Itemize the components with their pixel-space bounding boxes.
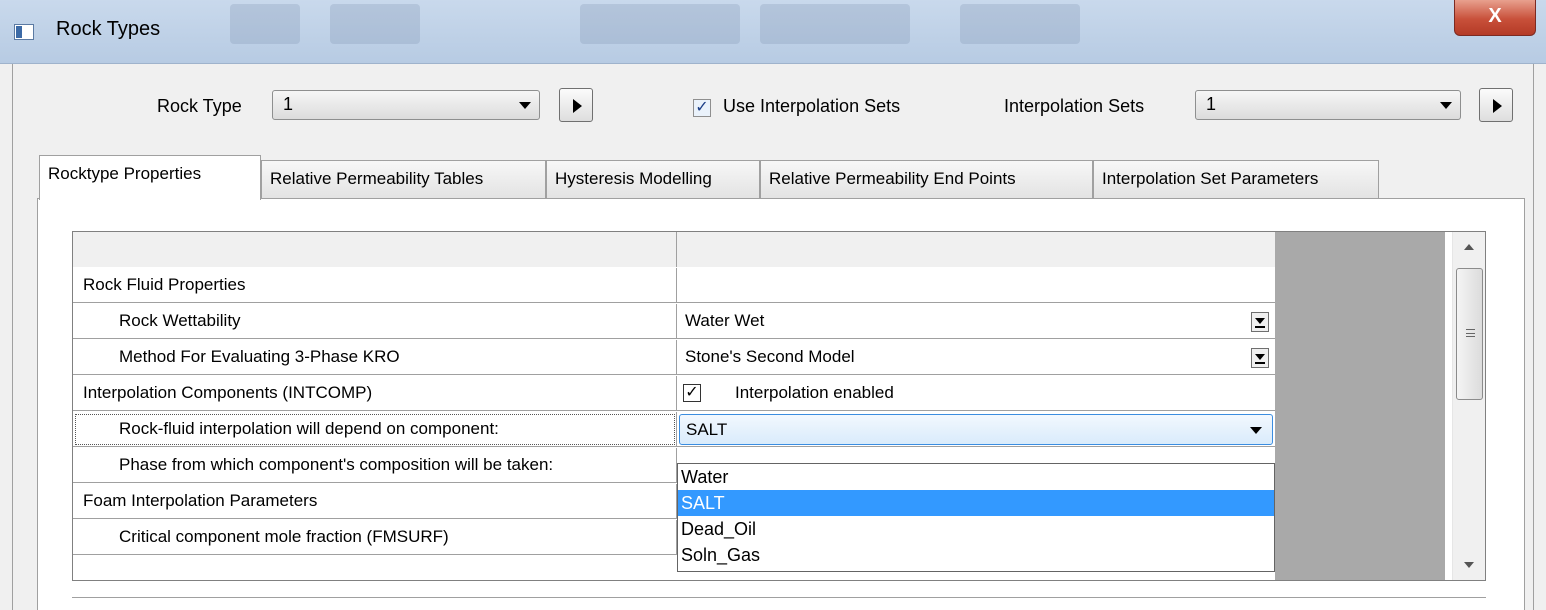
row-label: Phase from which component's composition… [73,448,677,483]
scrollbar-thumb[interactable] [1456,268,1483,400]
window-icon [14,24,34,40]
grip-icon [1466,329,1475,337]
row-label: Rock Fluid Properties [73,268,677,303]
grid-header-row [73,232,1275,267]
row-value [677,268,1275,303]
rock-type-value: 1 [283,94,294,114]
dropdown-arrow-icon[interactable] [1251,312,1269,332]
grid-empty-area [1275,232,1445,580]
row-value: Water Wet [685,311,765,330]
window-title: Rock Types [56,18,161,40]
chevron-down-icon [1440,102,1452,109]
row-value: SALT [686,420,728,439]
tab-interpolation-set-parameters[interactable]: Interpolation Set Parameters [1093,160,1379,198]
kro-method-cell[interactable]: Stone's Second Model [677,340,1275,375]
row-label: Critical component mole fraction (FMSURF… [73,520,677,555]
interpolation-enabled-checkbox[interactable]: ✓ [683,384,701,402]
table-row: Interpolation Components (INTCOMP) ✓ Int… [73,376,1275,411]
grid-header-cell [677,232,1275,267]
scroll-up-arrow-icon[interactable] [1453,232,1486,260]
rock-type-label: Rock Type [157,96,242,116]
next-interpolation-set-button[interactable] [1479,88,1513,122]
interpolation-sets-label: Interpolation Sets [1004,96,1145,116]
grid-header-cell [73,232,677,267]
chevron-down-icon [519,102,531,109]
dropdown-option[interactable]: Water [678,464,1274,490]
scroll-down-arrow-icon[interactable] [1453,552,1486,580]
interpolation-sets-value: 1 [1206,94,1217,114]
component-dropdown[interactable]: SALT [679,414,1273,445]
component-dropdown-list: Water SALT Dead_Oil Soln_Gas [677,463,1275,572]
blurred-background [580,4,740,44]
table-row: Rock Wettability Water Wet [73,304,1275,339]
focus-rectangle [75,414,675,445]
row-label: Foam Interpolation Parameters [73,484,677,519]
rock-wettability-cell[interactable]: Water Wet [677,304,1275,339]
row-value: Stone's Second Model [685,347,855,366]
dropdown-option[interactable]: Dead_Oil [678,516,1274,542]
blurred-background [960,4,1080,44]
table-row: Rock-fluid interpolation will depend on … [73,412,1275,447]
use-interpolation-label: Use Interpolation Sets [723,96,901,116]
table-row: Method For Evaluating 3-Phase KRO Stone'… [73,340,1275,375]
tab-relative-permeability-tables[interactable]: Relative Permeability Tables [261,160,546,198]
rock-type-dropdown[interactable]: 1 [272,90,540,120]
tab-rocktype-properties[interactable]: Rocktype Properties [39,155,261,200]
interpolation-sets-dropdown[interactable]: 1 [1195,90,1461,120]
row-label: Rock Wettability [73,304,677,339]
component-cell: SALT [677,412,1275,447]
row-label: Interpolation Components (INTCOMP) [73,376,677,411]
divider [72,597,1486,598]
blurred-background [230,4,300,44]
vertical-scrollbar[interactable] [1452,232,1485,580]
dropdown-option-selected[interactable]: SALT [678,490,1274,516]
blurred-background [760,4,910,44]
row-value: Interpolation enabled [735,383,894,402]
blurred-background [330,4,420,44]
tab-hysteresis-modelling[interactable]: Hysteresis Modelling [546,160,760,198]
interpolation-enabled-cell: ✓ Interpolation enabled [677,376,1275,411]
row-label: Method For Evaluating 3-Phase KRO [73,340,677,375]
table-row: Rock Fluid Properties [73,268,1275,303]
title-bar: Rock Types X [0,0,1546,64]
tab-relative-permeability-end-points[interactable]: Relative Permeability End Points [760,160,1093,198]
dropdown-arrow-icon[interactable] [1251,348,1269,368]
chevron-down-icon [1250,427,1262,434]
close-button[interactable]: X [1454,0,1536,36]
next-rock-type-button[interactable] [559,88,593,122]
use-interpolation-checkbox[interactable]: ✓ [693,99,711,117]
dropdown-option[interactable]: Soln_Gas [678,542,1274,568]
